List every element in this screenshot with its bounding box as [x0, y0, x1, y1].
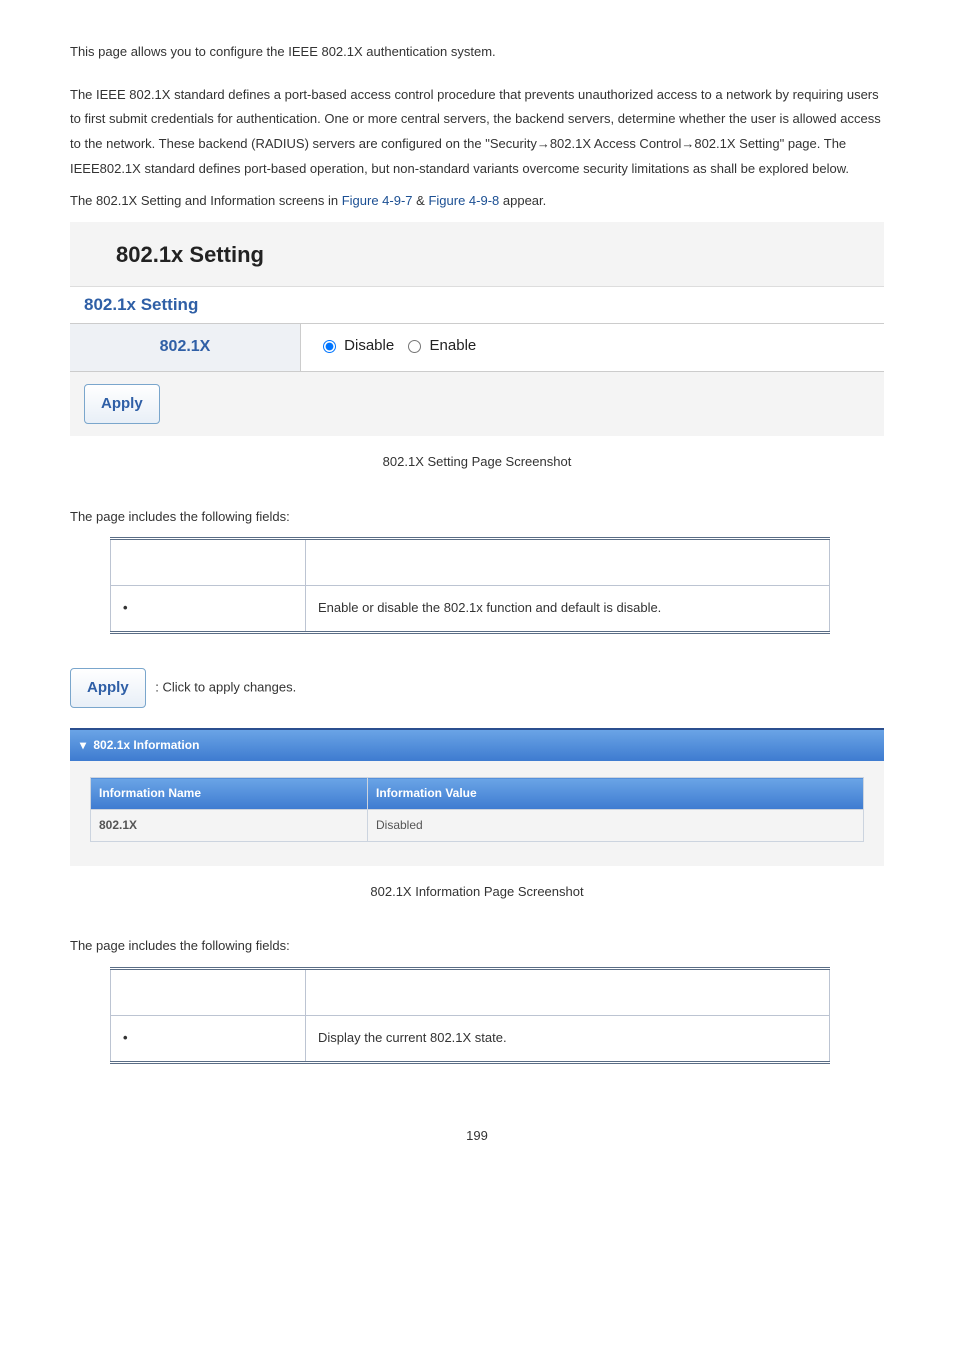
intro-paragraph-2a: The IEEE 802.1X standard defines a port-…	[70, 83, 884, 182]
tbl2-object-cell: • 802.1X	[111, 1015, 306, 1062]
radio-enable[interactable]	[408, 340, 421, 353]
tbl2-desc-cell: Display the current 802.1X state.	[306, 1015, 830, 1062]
chevron-down-icon: ▾	[80, 734, 86, 757]
intro-paragraph-1: This page allows you to configure the IE…	[70, 40, 884, 65]
fields-intro-2: The page includes the following fields:	[70, 934, 884, 959]
ss2-header-text: 802.1x Information	[93, 738, 199, 752]
page-number: 199	[70, 1124, 884, 1149]
ss1-row-value: Disable Enable	[301, 324, 884, 370]
ss2-row-value: Disabled	[368, 809, 864, 841]
intro-prefix: The 802.1X Setting and Information scree…	[70, 193, 342, 208]
fields-intro-1: The page includes the following fields:	[70, 505, 884, 530]
tbl1-desc-cell: Enable or disable the 802.1x function an…	[306, 586, 830, 633]
caption-2: Figure 4-9-8 802.1X Information Page Scr…	[70, 880, 884, 905]
caption-2-text: 802.1X Information Page Screenshot	[370, 884, 583, 899]
ss2-header[interactable]: ▾ 802.1x Information	[70, 730, 884, 761]
bullet-icon: •	[123, 1026, 135, 1051]
screenshot-8021x-information: ▾ 802.1x Information Information Name In…	[70, 728, 884, 865]
radio-disable[interactable]	[323, 340, 336, 353]
figure-link-1[interactable]: Figure 4-9-7	[342, 193, 413, 208]
tbl1-object-cell: • 802.1X	[111, 586, 306, 633]
ss1-row: 802.1X Disable Enable	[70, 324, 884, 371]
tbl2-h2: Description	[306, 969, 830, 1016]
ss1-title: 802.1x Setting	[70, 222, 884, 286]
ss2-col2: Information Value	[368, 778, 864, 810]
radio-disable-label: Disable	[344, 337, 394, 354]
tbl2-h1: Object	[111, 969, 306, 1016]
bullet-icon: •	[123, 596, 135, 621]
ss2-table: Information Name Information Value 802.1…	[90, 777, 864, 842]
figure-link-2[interactable]: Figure 4-9-8	[428, 193, 499, 208]
intro-suffix: appear.	[503, 193, 546, 208]
ss2-row-name: 802.1X	[91, 809, 368, 841]
ss1-subtitle: 802.1x Setting	[70, 286, 884, 324]
tbl1-h2: Description	[306, 539, 830, 586]
caption-1-text: 802.1X Setting Page Screenshot	[383, 454, 572, 469]
param-table-1: Object Description • 802.1X Enable or di…	[110, 537, 830, 633]
radio-disable-wrap[interactable]: Disable	[313, 337, 398, 354]
apply-button[interactable]: Apply	[84, 384, 160, 425]
apply-button-inline[interactable]: Apply	[70, 668, 146, 709]
ss1-row-label: 802.1X	[70, 324, 301, 370]
radio-enable-label: Enable	[430, 337, 477, 354]
radio-enable-wrap[interactable]: Enable	[398, 337, 476, 354]
screenshot-8021x-setting: 802.1x Setting 802.1x Setting 802.1X Dis…	[70, 222, 884, 436]
intro-paragraph-2b: The 802.1X Setting and Information scree…	[70, 189, 884, 214]
apply-explain-text: : Click to apply changes.	[155, 680, 296, 695]
param-table-2: Object Description • 802.1X Display the …	[110, 967, 830, 1063]
intro-amp: &	[416, 193, 428, 208]
caption-1: Figure 4-9-7 802.1X Setting Page Screens…	[70, 450, 884, 475]
apply-explain-row: Apply : Click to apply changes.	[70, 668, 884, 709]
ss2-col1: Information Name	[91, 778, 368, 810]
tbl1-h1: Object	[111, 539, 306, 586]
